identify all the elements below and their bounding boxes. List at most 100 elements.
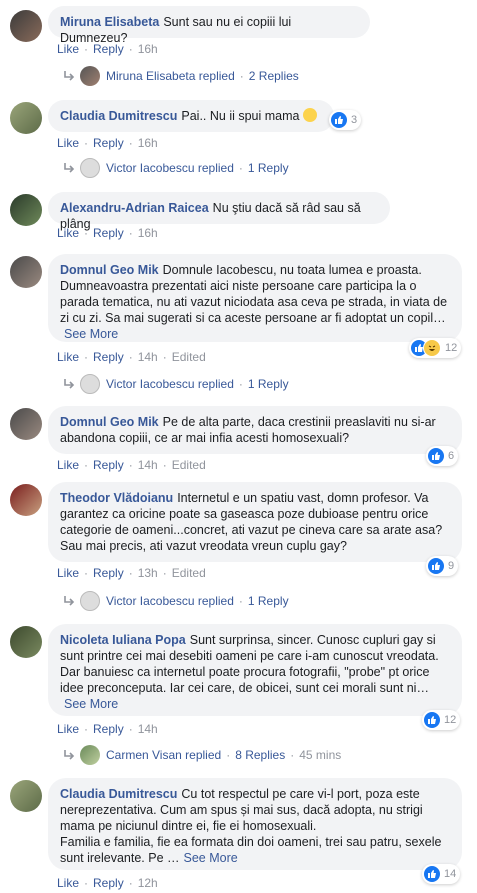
replies-count[interactable]: 8 Replies [235,748,285,762]
reply-link[interactable]: Reply [93,876,124,890]
comment-author[interactable]: Nicoleta Iuliana Popa [60,633,186,647]
comment-author[interactable]: Claudia Dumitrescu [60,109,177,123]
reply-link[interactable]: Reply [93,566,124,580]
reactions-badge[interactable]: 9 [426,556,459,576]
comment-line: Familia e familia, fie ea formata din do… [60,834,450,866]
reply-link[interactable]: Reply [93,226,124,240]
like-link[interactable]: Like [57,722,79,736]
replies-count[interactable]: 1 Reply [248,594,289,608]
reply-arrow-icon [64,163,75,173]
comment-bubble: Theodor Vlădoianu Internetul e un spatiu … [48,482,462,562]
smiley-emoji-icon [302,108,317,122]
reply-link[interactable]: Reply [93,350,124,364]
edited-label[interactable]: Edited [172,458,206,472]
replies-summary[interactable]: Miruna Elisabeta replied · 2 Replies [62,66,299,86]
reply-author[interactable]: Victor Iacobescu [106,594,195,608]
like-link[interactable]: Like [57,876,79,890]
avatar[interactable] [10,256,42,288]
avatar[interactable] [10,194,42,226]
replies-summary[interactable]: Victor Iacobescu replied · 1 Reply [62,591,289,611]
comment-text: Pai.. Nu ii spui mama [181,109,300,123]
replies-count[interactable]: 1 Reply [248,377,289,391]
reply-time[interactable]: 45 mins [299,748,341,762]
comment-bubble: Claudia Dumitrescu Pai.. Nu ii spui mama [48,100,334,132]
like-link[interactable]: Like [57,226,79,240]
reply-arrow-icon [64,750,75,760]
replies-summary[interactable]: Victor Iacobescu replied · 1 Reply [62,158,289,178]
avatar[interactable] [10,484,42,516]
comment-bubble: Nicoleta Iuliana Popa Sunt surprinsa, sin… [48,624,462,716]
comment-time[interactable]: 13h [138,566,158,580]
comment-author[interactable]: Claudia Dumitrescu [60,787,177,801]
avatar[interactable] [10,780,42,812]
reply-author[interactable]: Victor Iacobescu [106,161,195,175]
comment-author[interactable]: Miruna Elisabeta [60,15,159,29]
see-more-link[interactable]: See More [184,851,238,865]
avatar [80,374,100,394]
avatar[interactable] [10,408,42,440]
comment-time[interactable]: 14h [138,458,158,472]
reply-suffix: replied [197,377,234,391]
comment-bubble: Domnul Geo Mik Domnule Iacobescu, nu toat… [48,254,462,342]
reply-link[interactable]: Reply [93,722,124,736]
see-more-link[interactable]: See More [64,697,118,711]
reply-author[interactable]: Victor Iacobescu [106,377,195,391]
like-link[interactable]: Like [57,566,79,580]
reply-author[interactable]: Carmen Visan [106,748,182,762]
comment-time[interactable]: 12h [138,876,158,890]
replies-summary[interactable]: Carmen Visan replied · 8 Replies · 45 mins [62,745,341,765]
comment-author[interactable]: Domnul Geo Mik [60,263,159,277]
comment-bubble: Domnul Geo Mik Pe de alta parte, daca cre… [48,406,462,454]
comment-actions: Like · Reply · 14h · Edited [57,350,206,364]
reply-suffix: replied [197,161,234,175]
edited-label[interactable]: Edited [172,350,206,364]
reply-arrow-icon [64,71,75,81]
reaction-count: 9 [448,560,455,572]
comment-time[interactable]: 16h [138,136,158,150]
see-more-link[interactable]: See More [64,327,118,341]
comment-line: Claudia Dumitrescu Cu tot respectul pe ca… [60,786,450,834]
reactions-badge[interactable]: 12 [422,710,461,730]
comment-time[interactable]: 16h [138,42,158,56]
comment-time[interactable]: 14h [138,722,158,736]
reactions-badge[interactable]: 3 [329,110,362,130]
reaction-count: 12 [445,342,458,354]
comment-author[interactable]: Theodor Vlădoianu [60,491,173,505]
reply-author[interactable]: Miruna Elisabeta [106,69,195,83]
comment-time[interactable]: 14h [138,350,158,364]
like-link[interactable]: Like [57,42,79,56]
reactions-badge[interactable]: 6 [426,446,459,466]
avatar [80,158,100,178]
reactions-badge[interactable]: 12 [409,338,462,358]
comment-author[interactable]: Domnul Geo Mik [60,415,159,429]
comment-time[interactable]: 16h [138,226,158,240]
comment-bubble: Miruna Elisabeta Sunt sau nu ei copiii lu… [48,6,370,45]
avatar[interactable] [10,102,42,134]
replies-count[interactable]: 1 Reply [248,161,289,175]
replies-count[interactable]: 2 Replies [249,69,299,83]
reply-suffix: replied [198,69,235,83]
reply-link[interactable]: Reply [93,136,124,150]
like-reaction-icon [428,448,444,464]
like-link[interactable]: Like [57,136,79,150]
comment-bubble: Claudia Dumitrescu Cu tot respectul pe ca… [48,778,462,870]
comment-actions: Like · Reply · 14h · Edited [57,458,206,472]
reply-arrow-icon [64,379,75,389]
reply-link[interactable]: Reply [93,42,124,56]
comment-text: Familia e familia, fie ea formata din do… [60,835,442,865]
replies-summary[interactable]: Victor Iacobescu replied · 1 Reply [62,374,289,394]
edited-label[interactable]: Edited [172,566,206,580]
like-link[interactable]: Like [57,350,79,364]
avatar[interactable] [10,626,42,658]
comment-bubble: Alexandru-Adrian Raicea Nu ştiu dacă să r… [48,192,390,231]
avatar [80,745,100,765]
haha-reaction-icon [423,339,441,357]
avatar [80,591,100,611]
avatar[interactable] [10,10,42,42]
reply-suffix: replied [185,748,222,762]
reactions-badge[interactable]: 14 [422,864,461,884]
like-link[interactable]: Like [57,458,79,472]
comment-author[interactable]: Alexandru-Adrian Raicea [60,201,209,215]
comment-actions: Like · Reply · 16h [57,226,158,240]
reply-link[interactable]: Reply [93,458,124,472]
